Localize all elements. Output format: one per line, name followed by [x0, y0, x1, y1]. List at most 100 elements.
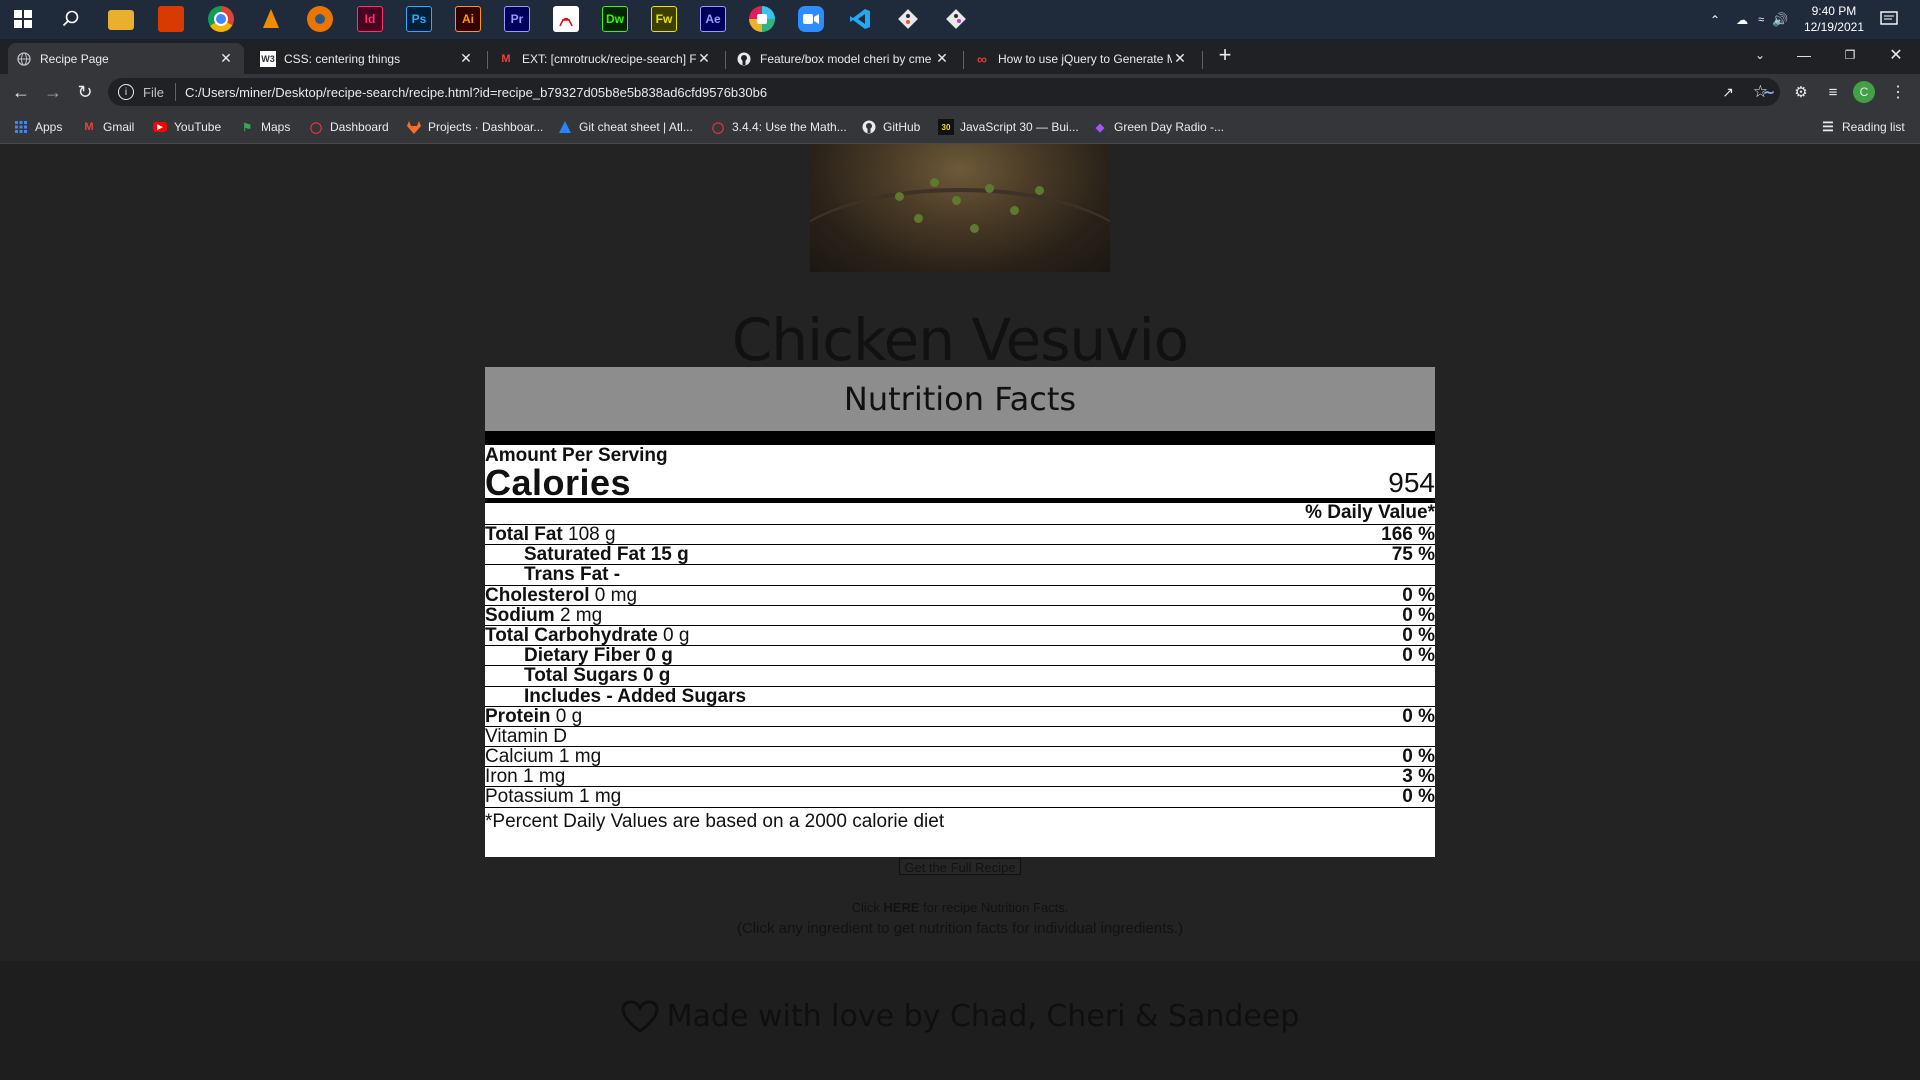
- menu-kebab-icon[interactable]: ⋮: [1886, 80, 1910, 104]
- media-control-icon[interactable]: ≡: [1821, 80, 1845, 104]
- tab-search-icon[interactable]: ⌄: [1748, 43, 1772, 67]
- wifi-icon[interactable]: ≈: [1758, 14, 1764, 26]
- illustrator-icon[interactable]: Ai: [455, 6, 481, 32]
- nutrient-daily-value: 166 %: [1381, 524, 1435, 545]
- bookmarks-bar: Apps M Gmail ▶ YouTube ⚑ Maps ◯ Dashboar…: [0, 110, 1920, 144]
- bookmark-label: Gmail: [103, 120, 135, 134]
- close-icon[interactable]: ✕: [1172, 50, 1188, 67]
- chrome-icon[interactable]: [208, 6, 234, 32]
- windows-taskbar: Id Ps Ai Pr Dw Fw Ae ⌃ ☁ ≈ 🔊 9:40 PM 12/…: [0, 0, 1920, 39]
- bookmark-javascript30[interactable]: 30 JavaScript 30 — Bui...: [938, 117, 1079, 137]
- onedrive-icon[interactable]: ☁: [1736, 13, 1748, 27]
- restore-button[interactable]: ❐: [1838, 43, 1862, 67]
- close-icon[interactable]: ✕: [458, 50, 474, 67]
- search-icon[interactable]: [58, 6, 84, 32]
- nutrient-name: Total Carbohydrate 0 g: [485, 625, 689, 645]
- footer-text: Made with love by Chad, Cheri & Sandeep: [666, 999, 1300, 1034]
- close-icon[interactable]: ✕: [696, 50, 712, 67]
- nutrient-label: Vitamin D: [485, 725, 568, 747]
- indesign-icon[interactable]: Id: [357, 6, 383, 32]
- nutrient-name: Dietary Fiber 0 g: [485, 646, 673, 666]
- bookmark-projects-gitlab[interactable]: Projects · Dashboar...: [406, 117, 543, 137]
- nutrient-label: Iron 1 mg: [485, 766, 566, 788]
- tab-css-centering[interactable]: W3 CSS: centering things ✕: [252, 43, 484, 74]
- bookmark-apps[interactable]: Apps: [13, 117, 62, 137]
- github-icon: [736, 51, 752, 67]
- avatar[interactable]: C: [1853, 81, 1875, 103]
- vlc-icon[interactable]: [258, 6, 284, 32]
- git-icon[interactable]: [895, 6, 921, 32]
- premiere-icon[interactable]: Pr: [504, 6, 530, 32]
- git-alt-icon[interactable]: [943, 6, 969, 32]
- nutrient-row: Sodium 2 mg 0 %: [485, 604, 1435, 625]
- forward-button[interactable]: →: [41, 80, 65, 104]
- file-explorer-icon[interactable]: [108, 10, 134, 30]
- tab-github[interactable]: Feature/box model cheri by cme ✕: [728, 43, 960, 74]
- tab-gmail[interactable]: M EXT: [cmrotruck/recipe-search] F ✕: [490, 43, 722, 74]
- notifications-icon[interactable]: [1876, 6, 1902, 32]
- close-window-button[interactable]: ✕: [1884, 43, 1908, 67]
- bookmark-git-cheat-sheet[interactable]: Git cheat sheet | Atl...: [557, 117, 693, 137]
- close-icon[interactable]: ✕: [934, 50, 950, 67]
- bookmark-label: GitHub: [883, 120, 921, 134]
- extension-icon[interactable]: ∼: [1757, 80, 1781, 104]
- nutrient-row: Potassium 1 mg 0 %: [485, 786, 1435, 808]
- nutrient-label: Potassium 1 mg: [485, 786, 622, 808]
- vscode-icon[interactable]: [847, 6, 873, 32]
- after-effects-icon[interactable]: Ae: [700, 6, 726, 32]
- circle-icon: ◯: [711, 121, 725, 134]
- nutrient-row: Includes - Added Sugars: [485, 685, 1435, 706]
- windows-start-icon[interactable]: [10, 6, 36, 32]
- reload-button[interactable]: ↻: [73, 80, 97, 104]
- bookmark-youtube[interactable]: ▶ YouTube: [152, 117, 221, 137]
- extensions-puzzle-icon[interactable]: ⚙: [1789, 80, 1813, 104]
- bookmark-use-the-math[interactable]: ◯ 3.4.4: Use the Math...: [710, 117, 847, 137]
- nutrient-daily-value: 0 %: [1402, 786, 1435, 808]
- nutrient-row: Dietary Fiber 0 g 0 %: [485, 645, 1435, 666]
- zoom-icon[interactable]: [798, 6, 824, 32]
- bookmark-dashboard[interactable]: ◯ Dashboard: [308, 117, 389, 137]
- bookmark-gmail[interactable]: M Gmail: [81, 117, 134, 137]
- acrobat-icon[interactable]: [553, 6, 579, 32]
- bookmark-maps[interactable]: ⚑ Maps: [239, 117, 290, 137]
- nutrient-label: Calcium 1 mg: [485, 746, 602, 768]
- daily-value-label: % Daily Value*: [1305, 502, 1435, 523]
- office-icon[interactable]: [158, 6, 184, 32]
- close-icon[interactable]: ✕: [218, 50, 234, 67]
- nutrient-label: Total Fat: [485, 524, 563, 545]
- page-content: Chicken Vesuvio Nutrition Facts Amount P…: [0, 144, 1920, 1080]
- info-icon[interactable]: i: [118, 84, 134, 100]
- bookmark-green-day-radio[interactable]: ◆ Green Day Radio -...: [1092, 117, 1224, 137]
- tab-recipe-page[interactable]: Recipe Page ✕: [8, 43, 244, 74]
- here-link[interactable]: HERE: [883, 900, 919, 915]
- nutrient-name: Total Sugars 0 g: [485, 666, 670, 686]
- nutrient-name: Vitamin D: [485, 725, 568, 747]
- js30-icon: 30: [938, 119, 954, 135]
- address-bar[interactable]: i File C:/Users/miner/Desktop/recipe-sea…: [108, 78, 1780, 106]
- clock-date: 12/19/2021: [1803, 20, 1864, 34]
- bookmark-label: Apps: [35, 120, 63, 134]
- back-button[interactable]: ←: [9, 80, 33, 104]
- browser-toolbar: ← → ↻ i File C:/Users/miner/Desktop/reci…: [0, 74, 1920, 110]
- get-full-recipe-button[interactable]: Get the Full Recipe: [899, 858, 1021, 875]
- minimize-button[interactable]: —: [1792, 43, 1816, 67]
- bookmark-github[interactable]: GitHub: [861, 117, 920, 137]
- volume-icon[interactable]: 🔊: [1772, 12, 1788, 28]
- blender-icon[interactable]: [307, 6, 333, 32]
- slack-icon[interactable]: [749, 6, 775, 32]
- fireworks-icon[interactable]: Fw: [651, 6, 677, 32]
- pea: [1010, 206, 1019, 215]
- taskbar-clock[interactable]: 9:40 PM 12/19/2021: [1804, 3, 1864, 35]
- new-tab-button[interactable]: +: [1213, 42, 1237, 67]
- dreamweaver-icon[interactable]: Dw: [602, 6, 628, 32]
- chevron-up-icon[interactable]: ⌃: [1710, 13, 1720, 27]
- reading-list-button[interactable]: ☰ Reading list: [1820, 117, 1905, 137]
- share-icon[interactable]: ↗: [1722, 84, 1734, 101]
- nutrient-name: Sodium 2 mg: [485, 605, 602, 625]
- codepen-icon: ∞: [977, 50, 987, 67]
- url-text[interactable]: C:/Users/miner/Desktop/recipe-search/rec…: [185, 85, 767, 100]
- tab-jquery[interactable]: ∞ How to use jQuery to Generate M ✕: [966, 43, 1198, 74]
- daily-value-header: % Daily Value*: [485, 503, 1435, 524]
- nutrient-row: Protein 0 g 0 %: [485, 705, 1435, 726]
- photoshop-icon[interactable]: Ps: [406, 6, 432, 32]
